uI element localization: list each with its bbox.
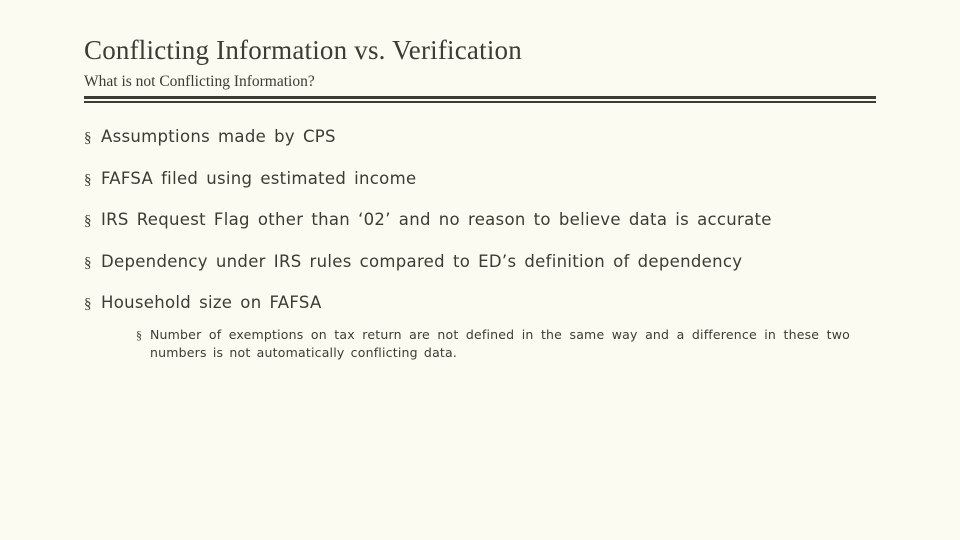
- list-item-label: IRS Request Flag other than ‘02’ and no …: [101, 210, 772, 229]
- divider-thin-line: [84, 101, 876, 103]
- list-item: § Number of exemptions on tax return are…: [136, 326, 856, 362]
- sub-list: § Number of exemptions on tax return are…: [136, 326, 856, 362]
- bullet-marker-icon: §: [136, 327, 142, 342]
- page-title: Conflicting Information vs. Verification: [84, 35, 522, 65]
- list-item-label: FAFSA filed using estimated income: [101, 168, 417, 188]
- list-item-label: Dependency under IRS rules compared to E…: [101, 251, 743, 271]
- bullet-marker-icon: §: [84, 213, 92, 229]
- title-block: Conflicting Information vs. Verification…: [84, 33, 884, 92]
- title-divider: [84, 96, 876, 103]
- bullet-marker-icon: §: [84, 254, 92, 271]
- page-subtitle: What is not Conflicting Information?: [84, 73, 315, 90]
- list-item-label: Household size on FAFSA: [101, 293, 322, 312]
- bullet-marker-icon: §: [84, 296, 92, 312]
- list-item: § FAFSA filed using estimated income: [84, 168, 884, 190]
- list-item: § Assumptions made by CPS: [84, 126, 884, 148]
- list-item-label: Assumptions made by CPS: [101, 127, 336, 146]
- bullet-marker-icon: §: [84, 130, 92, 146]
- slide-canvas: Conflicting Information vs. Verification…: [0, 0, 960, 540]
- content-body: § Assumptions made by CPS § FAFSA filed …: [84, 126, 884, 362]
- list-item: § Household size on FAFSA: [84, 292, 884, 314]
- list-item-label: Number of exemptions on tax return are n…: [150, 326, 850, 360]
- bullet-marker-icon: §: [84, 171, 92, 188]
- list-item: § Dependency under IRS rules compared to…: [84, 251, 884, 273]
- list-item: § IRS Request Flag other than ‘02’ and n…: [84, 209, 884, 231]
